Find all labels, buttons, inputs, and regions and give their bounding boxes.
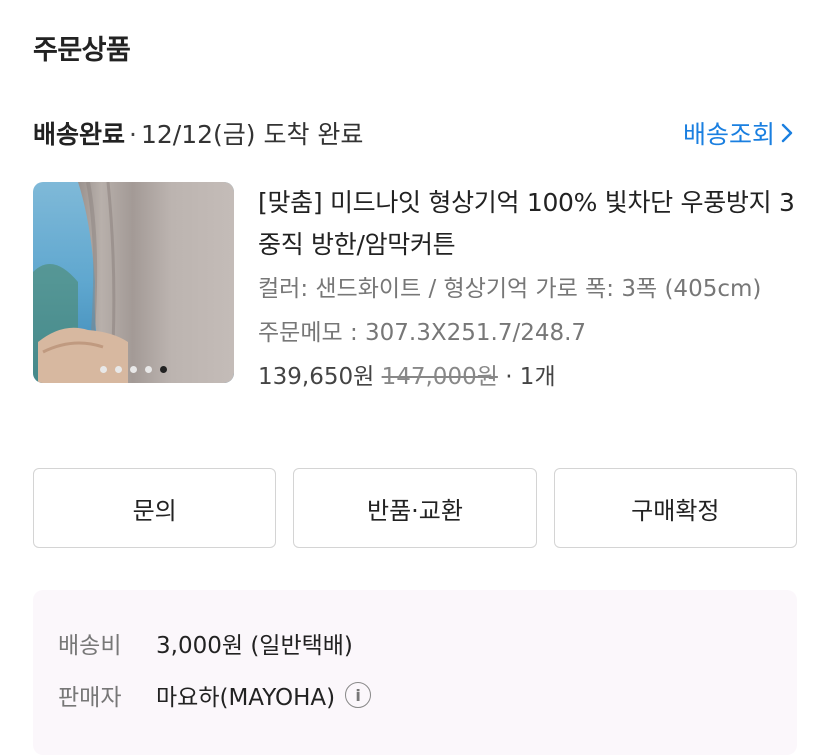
product-info: [맞춤] 미드나잇 형상기억 100% 빛차단 우풍방지 3중직 방한/암막커튼… — [258, 182, 798, 397]
original-price: 147,000원 — [381, 364, 498, 390]
pager-dot[interactable] — [100, 366, 107, 373]
image-pager — [33, 366, 234, 373]
pager-dot[interactable] — [115, 366, 122, 373]
return-exchange-button[interactable]: 반품·교환 — [293, 468, 537, 548]
order-info-box: 배송비 3,000원 (일반택배) 판매자 마요하(MAYOHA) i — [33, 590, 797, 755]
product-name[interactable]: [맞춤] 미드나잇 형상기억 100% 빛차단 우풍방지 3중직 방한/암막커튼 — [258, 182, 798, 266]
delivery-status-row: 배송완료 · 12/12(금) 도착 완료 배송조회 — [33, 115, 795, 151]
order-memo: 주문메모 : 307.3X251.7/248.7 — [258, 320, 587, 346]
shipping-fee-value: 3,000원 (일반택배) — [156, 633, 353, 659]
curtain-image — [33, 182, 234, 383]
order-action-buttons: 문의 반품·교환 구매확정 — [33, 468, 797, 548]
pager-dot-active[interactable] — [160, 366, 167, 373]
sale-price: 139,650원 — [258, 364, 375, 390]
product-thumbnail[interactable] — [33, 182, 234, 383]
chevron-right-icon — [781, 123, 793, 143]
status-separator: · — [129, 120, 137, 149]
track-delivery-label: 배송조회 — [682, 120, 775, 149]
track-delivery-link[interactable]: 배송조회 — [683, 115, 795, 151]
section-title: 주문상품 — [33, 35, 131, 66]
quantity: · 1개 — [505, 364, 556, 390]
price-line: 139,650원 147,000원 · 1개 — [258, 357, 798, 397]
delivery-status: 배송완료 — [33, 120, 126, 149]
shipping-fee-label: 배송비 — [58, 633, 122, 659]
info-icon[interactable]: i — [345, 682, 372, 708]
confirm-purchase-button[interactable]: 구매확정 — [553, 468, 797, 548]
inquiry-button[interactable]: 문의 — [33, 468, 277, 548]
product-option: 컬러: 샌드화이트 / 형상기억 가로 폭: 3폭 (405cm) — [258, 276, 762, 302]
seller-name[interactable]: 마요하(MAYOHA) — [156, 678, 335, 712]
pager-dot[interactable] — [145, 366, 152, 373]
seller-row: 판매자 마요하(MAYOHA) i — [58, 678, 372, 712]
shipping-fee-row: 배송비 3,000원 (일반택배) — [58, 626, 353, 660]
seller-label: 판매자 — [58, 685, 122, 711]
pager-dot[interactable] — [130, 366, 137, 373]
arrival-date: 12/12(금) 도착 완료 — [140, 120, 364, 149]
